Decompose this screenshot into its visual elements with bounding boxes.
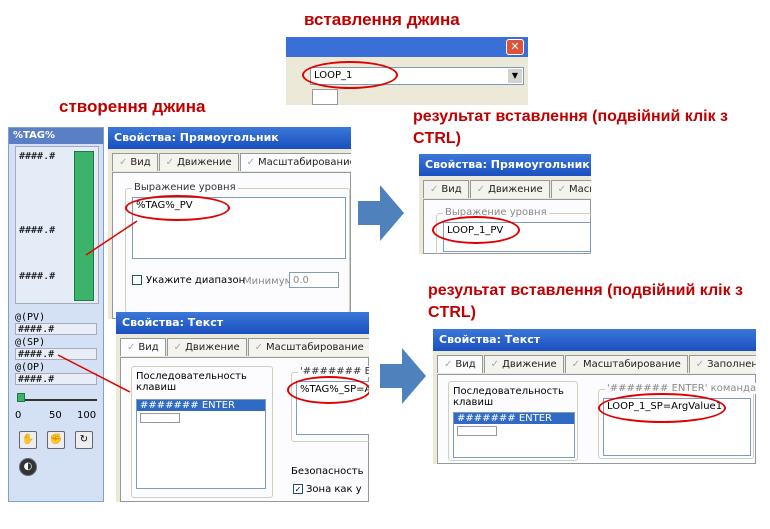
pointer-lines — [57, 220, 138, 393]
